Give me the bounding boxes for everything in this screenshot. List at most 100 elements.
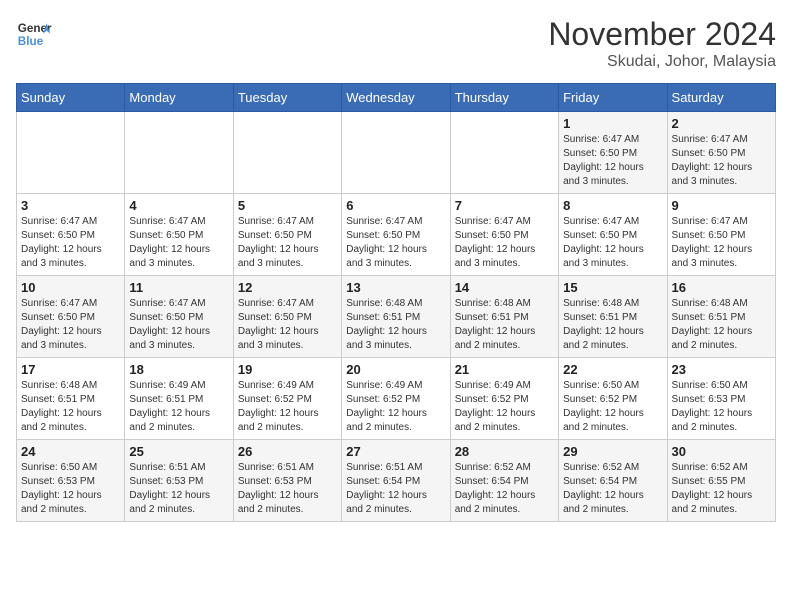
day-number: 8 (563, 198, 662, 213)
title-block: November 2024 Skudai, Johor, Malaysia (548, 16, 776, 71)
day-info: Sunrise: 6:51 AM Sunset: 6:53 PM Dayligh… (129, 461, 228, 517)
day-number: 15 (563, 280, 662, 295)
day-info: Sunrise: 6:50 AM Sunset: 6:53 PM Dayligh… (21, 461, 120, 517)
day-info: Sunrise: 6:48 AM Sunset: 6:51 PM Dayligh… (21, 379, 120, 435)
calendar-week-row: 1 Sunrise: 6:47 AM Sunset: 6:50 PM Daylig… (17, 112, 776, 194)
day-number: 7 (455, 198, 554, 213)
calendar-cell: 22 Sunrise: 6:50 AM Sunset: 6:52 PM Dayli… (559, 358, 667, 440)
day-number: 22 (563, 362, 662, 377)
day-info: Sunrise: 6:51 AM Sunset: 6:54 PM Dayligh… (346, 461, 445, 517)
days-of-week-row: SundayMondayTuesdayWednesdayThursdayFrid… (17, 84, 776, 112)
day-info: Sunrise: 6:49 AM Sunset: 6:51 PM Dayligh… (129, 379, 228, 435)
calendar-cell: 28 Sunrise: 6:52 AM Sunset: 6:54 PM Dayli… (450, 440, 558, 522)
day-info: Sunrise: 6:48 AM Sunset: 6:51 PM Dayligh… (455, 297, 554, 353)
day-number: 25 (129, 444, 228, 459)
calendar-cell: 2 Sunrise: 6:47 AM Sunset: 6:50 PM Daylig… (667, 112, 775, 194)
calendar-cell: 5 Sunrise: 6:47 AM Sunset: 6:50 PM Daylig… (233, 194, 341, 276)
day-info: Sunrise: 6:47 AM Sunset: 6:50 PM Dayligh… (672, 215, 771, 271)
day-info: Sunrise: 6:51 AM Sunset: 6:53 PM Dayligh… (238, 461, 337, 517)
calendar-cell: 18 Sunrise: 6:49 AM Sunset: 6:51 PM Dayli… (125, 358, 233, 440)
calendar-cell: 8Sunrise: 6:47 AM Sunset: 6:50 PM Daylig… (559, 194, 667, 276)
calendar-week-row: 24 Sunrise: 6:50 AM Sunset: 6:53 PM Dayli… (17, 440, 776, 522)
day-info: Sunrise: 6:47 AM Sunset: 6:50 PM Dayligh… (672, 133, 771, 189)
day-number: 14 (455, 280, 554, 295)
day-info: Sunrise: 6:52 AM Sunset: 6:55 PM Dayligh… (672, 461, 771, 517)
day-of-week-header: Wednesday (342, 84, 450, 112)
calendar-cell: 19Sunrise: 6:49 AM Sunset: 6:52 PM Dayli… (233, 358, 341, 440)
calendar-cell: 1 Sunrise: 6:47 AM Sunset: 6:50 PM Daylig… (559, 112, 667, 194)
calendar-cell: 29Sunrise: 6:52 AM Sunset: 6:54 PM Dayli… (559, 440, 667, 522)
day-info: Sunrise: 6:48 AM Sunset: 6:51 PM Dayligh… (563, 297, 662, 353)
calendar-week-row: 10 Sunrise: 6:47 AM Sunset: 6:50 PM Dayli… (17, 276, 776, 358)
calendar-header: SundayMondayTuesdayWednesdayThursdayFrid… (17, 84, 776, 112)
day-number: 28 (455, 444, 554, 459)
day-number: 2 (672, 116, 771, 131)
day-info: Sunrise: 6:49 AM Sunset: 6:52 PM Dayligh… (455, 379, 554, 435)
page-header: General Blue November 2024 Skudai, Johor… (16, 16, 776, 71)
logo: General Blue (16, 16, 52, 52)
day-number: 24 (21, 444, 120, 459)
day-number: 1 (563, 116, 662, 131)
day-number: 18 (129, 362, 228, 377)
day-number: 29 (563, 444, 662, 459)
day-number: 12 (238, 280, 337, 295)
calendar-cell: 4Sunrise: 6:47 AM Sunset: 6:50 PM Daylig… (125, 194, 233, 276)
calendar-cell (125, 112, 233, 194)
day-info: Sunrise: 6:52 AM Sunset: 6:54 PM Dayligh… (455, 461, 554, 517)
day-info: Sunrise: 6:47 AM Sunset: 6:50 PM Dayligh… (238, 215, 337, 271)
calendar-cell: 6Sunrise: 6:47 AM Sunset: 6:50 PM Daylig… (342, 194, 450, 276)
calendar-cell: 7Sunrise: 6:47 AM Sunset: 6:50 PM Daylig… (450, 194, 558, 276)
day-number: 27 (346, 444, 445, 459)
calendar-cell: 24 Sunrise: 6:50 AM Sunset: 6:53 PM Dayli… (17, 440, 125, 522)
day-number: 10 (21, 280, 120, 295)
calendar-cell: 14 Sunrise: 6:48 AM Sunset: 6:51 PM Dayli… (450, 276, 558, 358)
calendar-cell: 17 Sunrise: 6:48 AM Sunset: 6:51 PM Dayli… (17, 358, 125, 440)
calendar-cell: 26 Sunrise: 6:51 AM Sunset: 6:53 PM Dayli… (233, 440, 341, 522)
calendar-week-row: 17 Sunrise: 6:48 AM Sunset: 6:51 PM Dayli… (17, 358, 776, 440)
calendar-cell: 11Sunrise: 6:47 AM Sunset: 6:50 PM Dayli… (125, 276, 233, 358)
day-info: Sunrise: 6:48 AM Sunset: 6:51 PM Dayligh… (672, 297, 771, 353)
day-of-week-header: Sunday (17, 84, 125, 112)
day-number: 9 (672, 198, 771, 213)
day-number: 4 (129, 198, 228, 213)
day-info: Sunrise: 6:49 AM Sunset: 6:52 PM Dayligh… (346, 379, 445, 435)
location: Skudai, Johor, Malaysia (548, 53, 776, 71)
calendar-cell: 13 Sunrise: 6:48 AM Sunset: 6:51 PM Dayli… (342, 276, 450, 358)
calendar-cell: 20 Sunrise: 6:49 AM Sunset: 6:52 PM Dayli… (342, 358, 450, 440)
day-number: 13 (346, 280, 445, 295)
calendar-cell: 3Sunrise: 6:47 AM Sunset: 6:50 PM Daylig… (17, 194, 125, 276)
day-number: 20 (346, 362, 445, 377)
month-title: November 2024 (548, 16, 776, 53)
calendar-cell: 27 Sunrise: 6:51 AM Sunset: 6:54 PM Dayli… (342, 440, 450, 522)
day-of-week-header: Thursday (450, 84, 558, 112)
calendar-cell: 16 Sunrise: 6:48 AM Sunset: 6:51 PM Dayli… (667, 276, 775, 358)
day-info: Sunrise: 6:47 AM Sunset: 6:50 PM Dayligh… (563, 133, 662, 189)
day-number: 26 (238, 444, 337, 459)
day-number: 3 (21, 198, 120, 213)
day-info: Sunrise: 6:49 AM Sunset: 6:52 PM Dayligh… (238, 379, 337, 435)
calendar-cell: 15 Sunrise: 6:48 AM Sunset: 6:51 PM Dayli… (559, 276, 667, 358)
calendar-cell: 25 Sunrise: 6:51 AM Sunset: 6:53 PM Dayli… (125, 440, 233, 522)
calendar-cell: 21Sunrise: 6:49 AM Sunset: 6:52 PM Dayli… (450, 358, 558, 440)
day-number: 16 (672, 280, 771, 295)
day-number: 23 (672, 362, 771, 377)
day-of-week-header: Saturday (667, 84, 775, 112)
day-info: Sunrise: 6:47 AM Sunset: 6:50 PM Dayligh… (129, 297, 228, 353)
day-of-week-header: Friday (559, 84, 667, 112)
calendar-cell: 10 Sunrise: 6:47 AM Sunset: 6:50 PM Dayli… (17, 276, 125, 358)
calendar-cell (233, 112, 341, 194)
day-info: Sunrise: 6:47 AM Sunset: 6:50 PM Dayligh… (21, 297, 120, 353)
calendar-cell (17, 112, 125, 194)
day-info: Sunrise: 6:47 AM Sunset: 6:50 PM Dayligh… (238, 297, 337, 353)
svg-text:Blue: Blue (18, 35, 44, 48)
calendar-week-row: 3 Sunrise: 6:47 AM Sunset: 6:50 PM Daylig… (17, 194, 776, 276)
day-number: 17 (21, 362, 120, 377)
day-number: 5 (238, 198, 337, 213)
day-of-week-header: Monday (125, 84, 233, 112)
calendar-cell: 12 Sunrise: 6:47 AM Sunset: 6:50 PM Dayli… (233, 276, 341, 358)
day-info: Sunrise: 6:48 AM Sunset: 6:51 PM Dayligh… (346, 297, 445, 353)
calendar-cell (450, 112, 558, 194)
day-info: Sunrise: 6:50 AM Sunset: 6:52 PM Dayligh… (563, 379, 662, 435)
calendar-cell: 9 Sunrise: 6:47 AM Sunset: 6:50 PM Daylig… (667, 194, 775, 276)
day-number: 30 (672, 444, 771, 459)
